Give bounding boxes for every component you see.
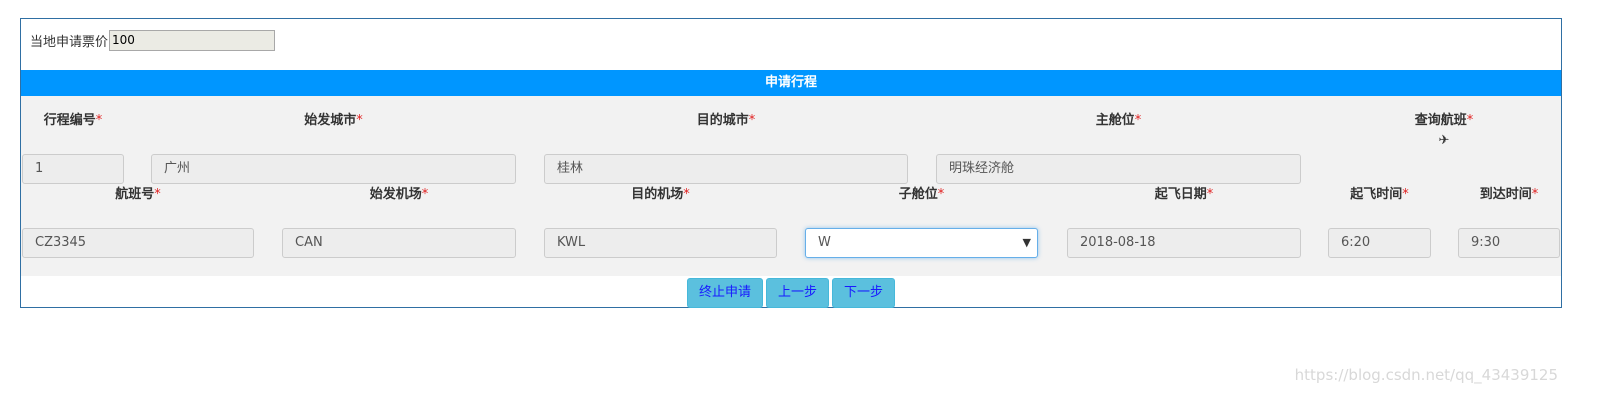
origin-airport-label: 始发机场* bbox=[369, 187, 429, 202]
trip-number-field[interactable]: 1 bbox=[22, 154, 124, 184]
sub-cabin-label: 子舱位* bbox=[898, 187, 945, 202]
departure-date-label: 起飞日期* bbox=[1154, 187, 1214, 202]
destination-city-label: 目的城市* bbox=[696, 113, 756, 128]
main-cabin-label: 主舱位* bbox=[1095, 113, 1142, 128]
ticket-price-input[interactable] bbox=[109, 29, 276, 51]
sub-cabin-selected-value: W bbox=[818, 235, 831, 250]
destination-city-field[interactable]: 桂林 bbox=[544, 154, 908, 184]
airplane-icon[interactable]: ✈ bbox=[1437, 134, 1451, 148]
sub-cabin-select[interactable]: W ▼ bbox=[805, 228, 1038, 258]
departure-time-field[interactable]: 6:20 bbox=[1328, 228, 1431, 258]
itinerary-panel: 行程编号* 始发城市* 目的城市* 主舱位* 查询航班* 1 广州 桂林 明珠经… bbox=[21, 96, 1561, 276]
flight-number-label: 航班号* bbox=[115, 187, 161, 202]
ticket-price-label: 当地申请票价 bbox=[30, 34, 109, 50]
query-flight-label: 查询航班* bbox=[1414, 113, 1474, 128]
destination-airport-label: 目的机场* bbox=[631, 187, 690, 202]
destination-airport-field[interactable]: KWL bbox=[544, 228, 777, 258]
main-cabin-field[interactable]: 明珠经济舱 bbox=[936, 154, 1301, 184]
ticket-price-row: 当地申请票价 bbox=[30, 29, 276, 51]
section-header: 申请行程 bbox=[21, 70, 1561, 96]
origin-city-field[interactable]: 广州 bbox=[151, 154, 516, 184]
terminate-application-button[interactable]: 终止申请 bbox=[687, 278, 763, 308]
previous-step-button[interactable]: 上一步 bbox=[766, 278, 829, 308]
arrival-time-field[interactable]: 9:30 bbox=[1458, 228, 1560, 258]
arrival-time-label: 到达时间* bbox=[1479, 187, 1539, 202]
next-step-button[interactable]: 下一步 bbox=[832, 278, 895, 308]
origin-city-label: 始发城市* bbox=[304, 113, 363, 128]
dropdown-arrow-icon: ▼ bbox=[1022, 236, 1031, 249]
application-form: 当地申请票价 申请行程 行程编号* 始发城市* 目的城市* 主舱位* 查询航班*… bbox=[20, 18, 1562, 308]
departure-date-field[interactable]: 2018-08-18 bbox=[1067, 228, 1301, 258]
departure-time-label: 起飞时间* bbox=[1350, 187, 1409, 202]
flight-number-field[interactable]: CZ3345 bbox=[22, 228, 254, 258]
trip-number-label: 行程编号* bbox=[43, 113, 103, 128]
origin-airport-field[interactable]: CAN bbox=[282, 228, 516, 258]
watermark-text: https://blog.csdn.net/qq_43439125 bbox=[1294, 366, 1558, 384]
